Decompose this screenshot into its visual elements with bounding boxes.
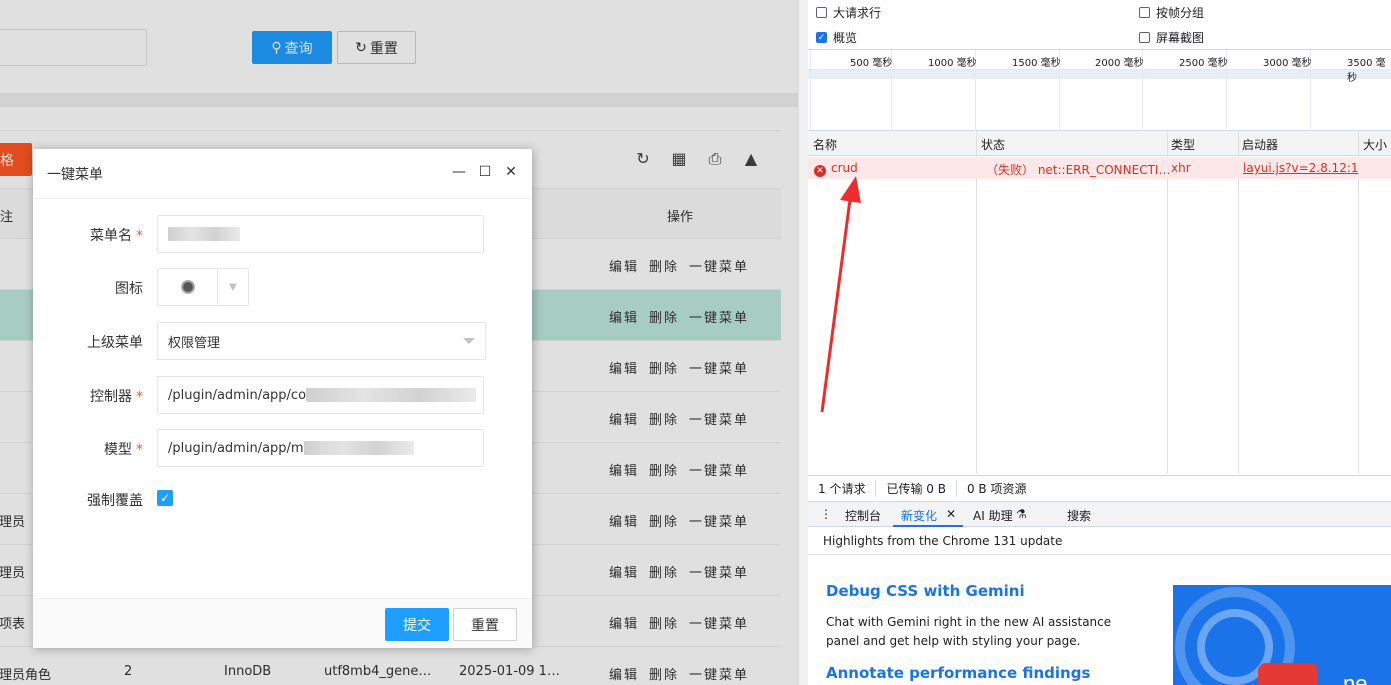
devtools-network-panel: 大请求行 按帧分组 ✓ 概览 屏幕截图 500 毫秒 1000 毫秒 1500 … <box>808 0 1391 685</box>
redacted-text <box>168 227 240 241</box>
controller-value: /plugin/admin/app/co <box>168 387 307 403</box>
icon-picker[interactable]: ▼ <box>157 268 249 306</box>
circle-icon <box>180 280 195 294</box>
controller-row: 控制器 * /plugin/admin/app/co <box>33 376 532 416</box>
col-size[interactable]: 大小 <box>1363 136 1387 153</box>
tick-label: 500 毫秒 <box>850 58 893 69</box>
icon-row: 图标 ▼ <box>33 268 532 308</box>
redacted-text <box>303 441 414 455</box>
model-input[interactable]: /plugin/admin/app/m <box>157 429 484 467</box>
force-overwrite-row: 强制覆盖 ✓ <box>33 482 532 522</box>
crud-menu-dialog: 一键菜单 — ☐ ✕ 菜单名 * 图标 ▼ 上级菜单 权限管理 控制器 * /plu… <box>33 149 532 648</box>
parent-menu-label: 上级菜单 <box>87 335 143 351</box>
tick-label: 2500 毫秒 <box>1179 58 1228 69</box>
maximize-icon[interactable]: ☐ <box>478 164 492 180</box>
whats-new-subtitle: Highlights from the Chrome 131 update <box>808 527 1391 555</box>
controller-label: 控制器 <box>90 389 132 405</box>
checkbox[interactable] <box>1139 7 1150 18</box>
group-by-frame-label: 按帧分组 <box>1156 6 1205 20</box>
checkbox[interactable] <box>816 7 827 18</box>
menu-name-input[interactable] <box>157 215 484 253</box>
drawer-tabbar: ⋮ 控制台 新变化 ✕ AI 助理 ⚗ 搜索 <box>808 501 1391 527</box>
scrollbar[interactable] <box>798 0 808 685</box>
svg-text:ne: ne <box>1343 671 1367 685</box>
flask-icon: ⚗ <box>1016 507 1027 521</box>
tab-whats-new[interactable]: 新变化 <box>901 507 937 524</box>
tick-label: 1500 毫秒 <box>1012 58 1061 69</box>
request-row-crud[interactable]: ✕ crud （失败） net::ERR_CONNECTI… xhr layui.… <box>808 157 1391 179</box>
request-type: xhr <box>1171 161 1191 175</box>
parent-menu-select[interactable]: 权限管理 <box>157 322 486 360</box>
overview-label: 概览 <box>833 31 858 45</box>
transferred-size: 已传输 0 B <box>876 480 957 497</box>
model-value: /plugin/admin/app/m <box>168 440 304 456</box>
select-arrow-icon <box>463 338 475 344</box>
group-by-frame-option[interactable]: 按帧分组 <box>1139 4 1204 21</box>
model-row: 模型 * /plugin/admin/app/m <box>33 429 532 469</box>
request-initiator-link[interactable]: layui.js?v=2.8.12:1 <box>1243 161 1359 175</box>
menu-name-label: 菜单名 <box>90 228 132 244</box>
large-rows-option[interactable]: 大请求行 <box>816 4 881 21</box>
tab-search[interactable]: 搜索 <box>1067 507 1091 524</box>
tab-console[interactable]: 控制台 <box>845 507 881 524</box>
menu-name-row: 菜单名 * <box>33 215 532 255</box>
tick-label: 2000 毫秒 <box>1095 58 1144 69</box>
resource-size: 0 B 项资源 <box>966 482 1027 496</box>
debug-css-description: Chat with Gemini right in the new AI ass… <box>826 615 1112 648</box>
tick-label: 3000 毫秒 <box>1263 58 1312 69</box>
icon-label: 图标 <box>115 281 143 297</box>
more-menu-icon[interactable]: ⋮ <box>820 507 832 521</box>
parent-menu-row: 上级菜单 权限管理 <box>33 322 532 362</box>
checkbox[interactable] <box>1139 32 1150 43</box>
chevron-down-icon[interactable]: ▼ <box>218 269 248 305</box>
tab-ai-assistance[interactable]: AI 助理 <box>973 507 1013 524</box>
annotate-heading[interactable]: Annotate performance findings <box>826 664 1090 682</box>
request-name: crud <box>831 161 858 175</box>
minimize-icon[interactable]: — <box>452 164 466 180</box>
parent-menu-value: 权限管理 <box>168 335 221 351</box>
col-status[interactable]: 状态 <box>981 136 1005 153</box>
error-icon: ✕ <box>814 165 826 177</box>
col-initiator[interactable]: 启动器 <box>1242 136 1278 153</box>
screenshots-option[interactable]: 屏幕截图 <box>1139 29 1204 46</box>
overview-option[interactable]: ✓ 概览 <box>816 29 857 46</box>
debug-css-heading[interactable]: Debug CSS with Gemini <box>826 582 1025 600</box>
reset-button[interactable]: 重置 <box>453 608 517 641</box>
required-mark: * <box>136 228 143 244</box>
col-name[interactable]: 名称 <box>813 136 837 153</box>
force-overwrite-label: 强制覆盖 <box>87 493 143 509</box>
dialog-footer: 提交 重置 <box>33 598 532 648</box>
screenshots-label: 屏幕截图 <box>1156 31 1205 45</box>
request-count: 1 个请求 <box>808 480 877 497</box>
request-table-header: 名称 状态 类型 启动器 大小 <box>808 131 1391 156</box>
close-tab-icon[interactable]: ✕ <box>946 507 956 521</box>
tick-label: 3500 毫秒 <box>1347 58 1386 84</box>
force-overwrite-checkbox[interactable]: ✓ <box>157 490 173 506</box>
network-overview-timeline[interactable]: 500 毫秒 1000 毫秒 1500 毫秒 2000 毫秒 2500 毫秒 3… <box>808 49 1391 132</box>
close-icon[interactable]: ✕ <box>504 164 518 180</box>
submit-button[interactable]: 提交 <box>385 608 449 641</box>
controller-input[interactable]: /plugin/admin/app/co <box>157 376 484 414</box>
checkbox-checked[interactable]: ✓ <box>816 32 827 43</box>
network-summary: 1 个请求 已传输 0 B 0 B 项资源 <box>808 475 1391 501</box>
tick-label: 1000 毫秒 <box>928 58 977 69</box>
col-type[interactable]: 类型 <box>1171 136 1195 153</box>
request-status: （失败） net::ERR_CONNECTI… <box>986 163 1171 177</box>
model-label: 模型 <box>104 442 132 458</box>
required-mark: * <box>136 389 143 405</box>
required-mark: * <box>136 442 143 458</box>
large-rows-label: 大请求行 <box>833 6 882 20</box>
feature-thumbnail: ne <box>1173 585 1391 685</box>
redacted-text <box>306 388 477 402</box>
